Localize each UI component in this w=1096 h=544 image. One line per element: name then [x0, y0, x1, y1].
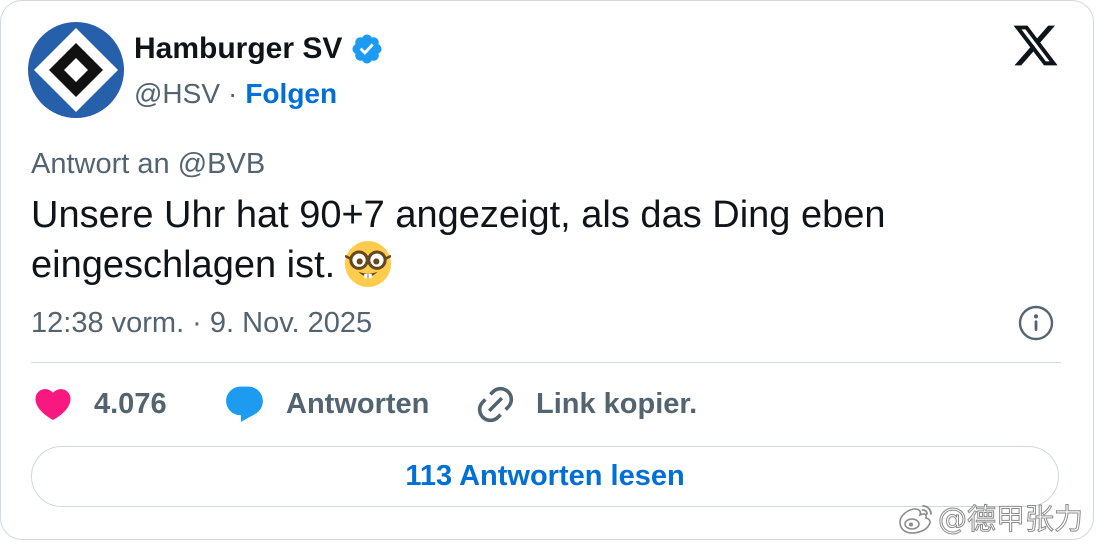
info-icon[interactable]	[1018, 305, 1054, 341]
watermark: @德甲张力	[896, 501, 1084, 537]
read-replies-button[interactable]: 113 Antworten lesen	[31, 446, 1059, 507]
post-text-content: Unsere Uhr hat 90+7 angezeigt, als das D…	[31, 194, 886, 286]
divider	[31, 362, 1061, 363]
author-handle[interactable]: @HSV	[134, 78, 220, 109]
like-count: 4.076	[94, 388, 167, 420]
post-text: Unsere Uhr hat 90+7 angezeigt, als das D…	[31, 190, 1041, 290]
like-button[interactable]: 4.076	[32, 381, 167, 427]
speech-bubble-icon	[226, 386, 263, 422]
post-timestamp[interactable]: 12:38 vorm. · 9. Nov. 2025	[31, 305, 372, 341]
copy-link-label: Link kopier.	[536, 388, 698, 420]
separator-dot: ·	[228, 78, 238, 109]
reply-context: Antwort an @BVB	[31, 146, 265, 182]
reply-label: Antworten	[286, 388, 430, 420]
read-replies-label: 113 Antworten lesen	[405, 460, 685, 492]
author-display-name[interactable]: Hamburger SV	[134, 30, 342, 68]
heart-icon	[35, 389, 71, 421]
copy-link-button[interactable]: Link kopier.	[474, 381, 697, 427]
x-logo-icon[interactable]	[1011, 21, 1060, 70]
follow-button[interactable]: Folgen	[245, 78, 337, 109]
weibo-logo-icon	[899, 505, 932, 534]
verified-badge-icon	[352, 34, 382, 64]
author-handle-row: @HSV · Folgen	[134, 75, 337, 113]
reply-button[interactable]: Antworten	[223, 381, 429, 427]
reply-context-mention[interactable]: @BVB	[178, 148, 265, 180]
avatar[interactable]	[28, 22, 124, 118]
watermark-text: @德甲张力	[937, 502, 1084, 537]
reply-context-prefix: Antwort an	[31, 148, 170, 180]
nerd-face-emoji	[345, 241, 392, 287]
author-name-row: Hamburger SV	[134, 30, 384, 68]
post-card: Hamburger SV @HSV · Folgen Antwort an @BVB…	[0, 0, 1094, 540]
link-icon	[477, 386, 514, 422]
